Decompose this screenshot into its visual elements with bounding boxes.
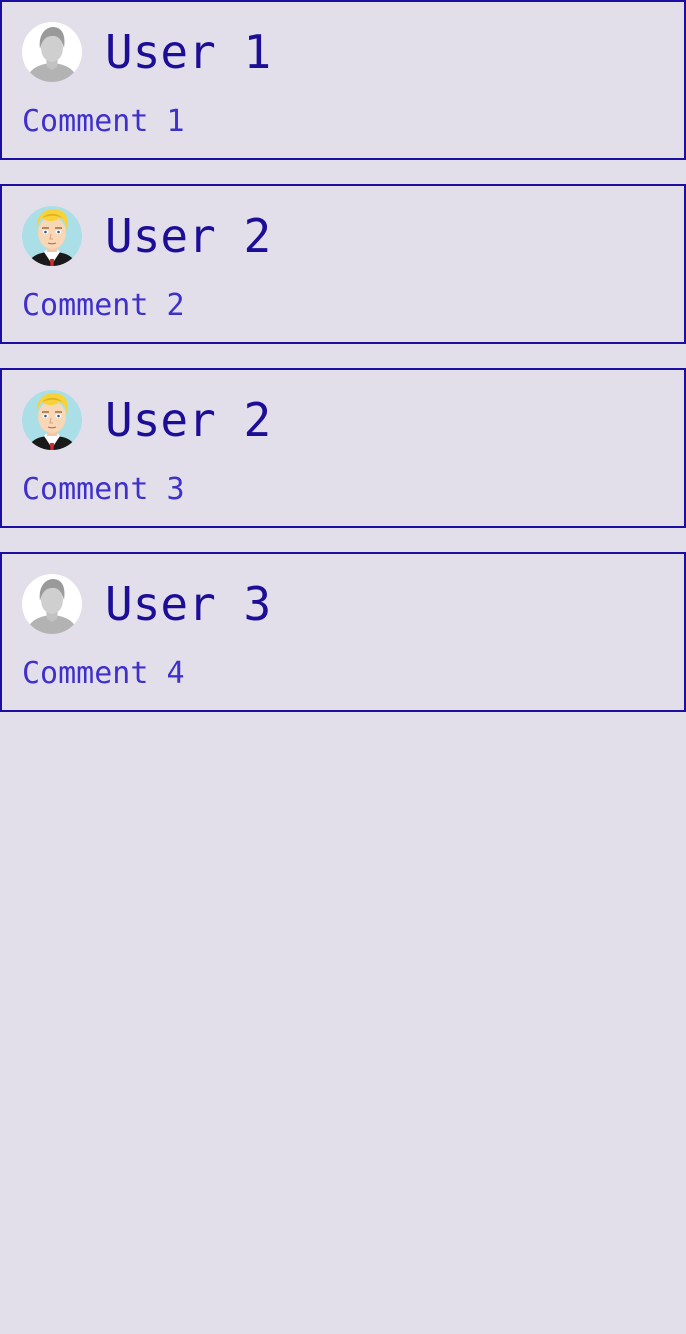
blond-man-avatar-icon[interactable]: [22, 206, 82, 266]
comment-card[interactable]: User 3 Comment 4: [0, 552, 686, 712]
comment-text: Comment 2: [22, 288, 185, 323]
user-name[interactable]: User 3: [105, 576, 271, 632]
comment-card[interactable]: User 2 Comment 3: [0, 368, 686, 528]
user-name[interactable]: User 1: [105, 24, 271, 80]
comment-text: Comment 3: [22, 472, 185, 507]
user-name[interactable]: User 2: [105, 392, 271, 448]
default-avatar-icon[interactable]: [22, 22, 82, 82]
user-name[interactable]: User 2: [105, 208, 271, 264]
comment-card[interactable]: User 1 Comment 1: [0, 0, 686, 160]
default-avatar-icon[interactable]: [22, 574, 82, 634]
comment-list: User 1 Comment 1 User 2 Comment 2 User 2…: [0, 0, 686, 736]
comment-text: Comment 1: [22, 104, 185, 139]
comment-card[interactable]: User 2 Comment 2: [0, 184, 686, 344]
comment-text: Comment 4: [22, 656, 185, 691]
blond-man-avatar-icon[interactable]: [22, 390, 82, 450]
